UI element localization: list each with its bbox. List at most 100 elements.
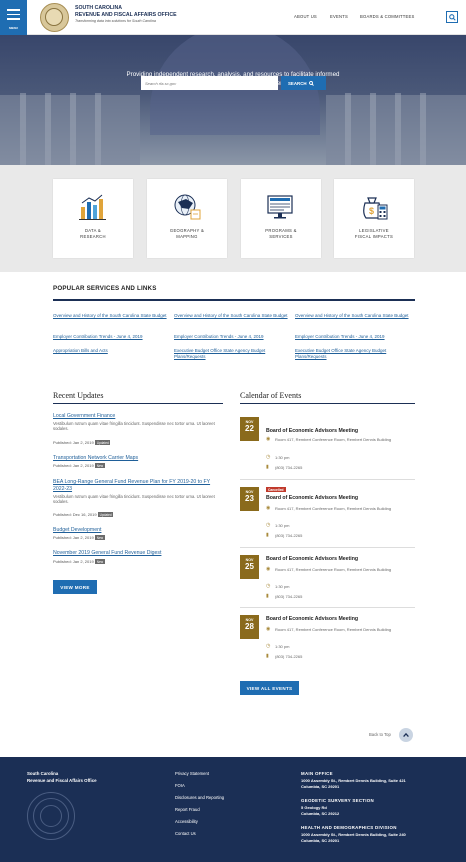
tile-data-research[interactable]: DATA & RESEARCH: [53, 179, 133, 258]
footer-link-disclosures[interactable]: Disclosures and Reporting: [175, 795, 224, 800]
update-date: Published: Jan 2, 2019: [53, 535, 94, 540]
hero-banner: Providing independent research, analysis…: [0, 35, 466, 165]
event-phone: ▮ (803) 734-2265: [266, 653, 303, 660]
update-title-link[interactable]: Transportation Network Carrier Maps: [53, 455, 223, 462]
event-day: 23: [245, 494, 254, 503]
event-title-link[interactable]: Board of Economic Advisors Meeting: [266, 428, 358, 434]
phone-icon: ▮: [266, 532, 269, 538]
globe-map-icon: [174, 194, 201, 220]
popular-services-heading: POPULAR SERVICES AND LINKS: [53, 285, 157, 292]
search-icon: [449, 14, 456, 21]
nav-boards-committees[interactable]: BOARDS & COMMITTEES: [360, 14, 415, 19]
tile-programs-services[interactable]: PROGRAMS & SERVICES: [241, 179, 321, 258]
location-pin-icon: ◉: [266, 436, 271, 442]
update-date: Published: Jan 2, 2019: [53, 559, 94, 564]
update-title-link[interactable]: Budget Development: [53, 527, 223, 534]
footer-link-contact[interactable]: Contact Us: [175, 831, 196, 836]
org-name-line2[interactable]: REVENUE AND FISCAL AFFAIRS OFFICE: [75, 12, 177, 18]
footer-link-privacy[interactable]: Privacy Statement: [175, 771, 209, 776]
divider: [53, 299, 415, 301]
hero-search-field[interactable]: [141, 76, 278, 90]
office-address-line2: Columbia, SC 29201: [301, 784, 340, 789]
menu-button[interactable]: MENU: [0, 0, 27, 35]
clock-icon: ◷: [266, 454, 271, 460]
divider: [240, 403, 415, 404]
office-address-line2: Columbia, SC 29212: [301, 811, 340, 816]
office-address-line1: 1000 Assembly St., Rembert Dennis Buildi…: [301, 832, 406, 837]
tile-label-line1: GEOGRAPHY &: [169, 228, 205, 233]
footer-link-accessibility[interactable]: Accessibility: [175, 819, 198, 824]
update-title-link[interactable]: November 2019 General Fund Revenue Diges…: [53, 550, 223, 557]
footer-link-report-fraud[interactable]: Report Fraud: [175, 807, 200, 812]
menu-label: MENU: [9, 26, 18, 30]
popular-link[interactable]: Executive Budget Office State Agency Bud…: [295, 348, 415, 359]
popular-link[interactable]: Employer Contribution Trends - June 4, 2…: [174, 334, 294, 340]
popular-link[interactable]: Overview and History of the South Caroli…: [174, 313, 294, 319]
popular-link[interactable]: Employer Contribution Trends - June 4, 2…: [295, 334, 415, 340]
tile-label-line1: PROGRAMS &: [265, 228, 297, 233]
calendar-heading: Calendar of Events: [240, 391, 302, 400]
org-name-line1[interactable]: SOUTH CAROLINA: [75, 5, 122, 11]
back-to-top-label[interactable]: Back to Top: [369, 732, 391, 737]
footer-link-foia[interactable]: FOIA: [175, 783, 185, 788]
clock-icon: ◷: [266, 522, 271, 528]
header-search-button[interactable]: [446, 11, 458, 23]
location-pin-icon: ◉: [266, 626, 271, 632]
divider: [240, 607, 415, 608]
location-pin-icon: ◉: [266, 505, 271, 511]
svg-text:$: $: [369, 206, 374, 216]
update-title-link[interactable]: Local Government Finance: [53, 413, 223, 420]
popular-link[interactable]: Executive Budget Office State Agency Bud…: [174, 348, 294, 359]
event-date-badge: NOV 23: [240, 487, 259, 511]
footer-org-line2: Revenue and Fiscal Affairs Office: [27, 778, 97, 783]
office-heading: MAIN OFFICE: [301, 771, 333, 776]
status-badge: New: [95, 463, 105, 469]
search-icon: [308, 80, 314, 86]
recent-updates-heading: Recent Updates: [53, 391, 104, 400]
view-more-button[interactable]: VIEW MORE: [53, 580, 97, 594]
event-location: ◉ Room 417, Rembert Conference Room, Remb…: [266, 436, 392, 443]
hero-search-input[interactable]: [141, 76, 278, 90]
update-meta: Published: Jan 2, 2019 New: [53, 559, 105, 565]
view-all-events-button[interactable]: VIEW ALL EVENTS: [240, 681, 299, 695]
popular-link[interactable]: Appropriation Bills and Acts: [53, 348, 173, 354]
event-title-link[interactable]: Board of Economic Advisors Meeting: [266, 616, 358, 622]
office-address-line1: 1000 Assembly St., Rembert Dennis Buildi…: [301, 778, 406, 783]
divider: [240, 479, 415, 480]
popular-link[interactable]: Overview and History of the South Caroli…: [295, 313, 415, 319]
tile-label-line2: RESEARCH: [80, 234, 106, 239]
site-header: MENU SOUTH CAROLINA REVENUE AND FISCAL A…: [0, 0, 466, 35]
phone-icon: ▮: [266, 593, 269, 599]
hero-search-button[interactable]: SEARCH: [281, 76, 326, 90]
update-date: Published: Dec 16, 2019: [53, 512, 97, 517]
nav-events[interactable]: EVENTS: [330, 14, 348, 19]
tile-label-line2: SERVICES: [269, 234, 293, 239]
status-badge: Updated: [95, 440, 111, 446]
state-seal-logo[interactable]: [40, 3, 69, 32]
back-to-top-button[interactable]: [399, 728, 413, 742]
update-title-link[interactable]: BEA Long-Range General Fund Revenue Plan…: [53, 479, 223, 492]
office-address-line2: Columbia, SC 29201: [301, 838, 340, 843]
event-time: ◷ 1:30 pm: [266, 583, 290, 590]
event-time: ◷ 1:30 pm: [266, 454, 290, 461]
update-meta: Published: Jan 2, 2019 New: [53, 535, 105, 541]
popular-link[interactable]: Overview and History of the South Caroli…: [53, 313, 173, 319]
event-phone: ▮ (803) 734-2265: [266, 593, 303, 600]
tile-legislative-fiscal-impacts[interactable]: $ LEGISLATIVE FISCAL IMPACTS: [334, 179, 414, 258]
popular-link[interactable]: Employer Contribution Trends - June 4, 2…: [53, 334, 173, 340]
event-location: ◉ Room 417, Rembert Conference Room, Remb…: [266, 626, 392, 633]
event-title-link[interactable]: Board of Economic Advisors Meeting: [266, 556, 358, 562]
event-phone: ▮ (803) 734-2265: [266, 532, 303, 539]
office-address-line1: 5 Geology Rd: [301, 805, 327, 810]
tile-geography-mapping[interactable]: GEOGRAPHY & MAPPING: [147, 179, 227, 258]
event-date-badge: NOV 22: [240, 417, 259, 441]
event-day: 28: [245, 622, 254, 631]
event-day: 22: [245, 424, 254, 433]
nav-about-us[interactable]: ABOUT US: [294, 14, 317, 19]
hero-search-label: SEARCH: [288, 80, 307, 86]
event-title-link[interactable]: Board of Economic Advisors Meeting: [266, 495, 358, 501]
event-location: ◉ Room 417, Rembert Conference Room, Remb…: [266, 566, 392, 573]
event-day: 25: [245, 562, 254, 571]
hamburger-icon: [7, 9, 20, 23]
event-location: ◉ Room 417, Rembert Conference Room, Remb…: [266, 505, 392, 512]
